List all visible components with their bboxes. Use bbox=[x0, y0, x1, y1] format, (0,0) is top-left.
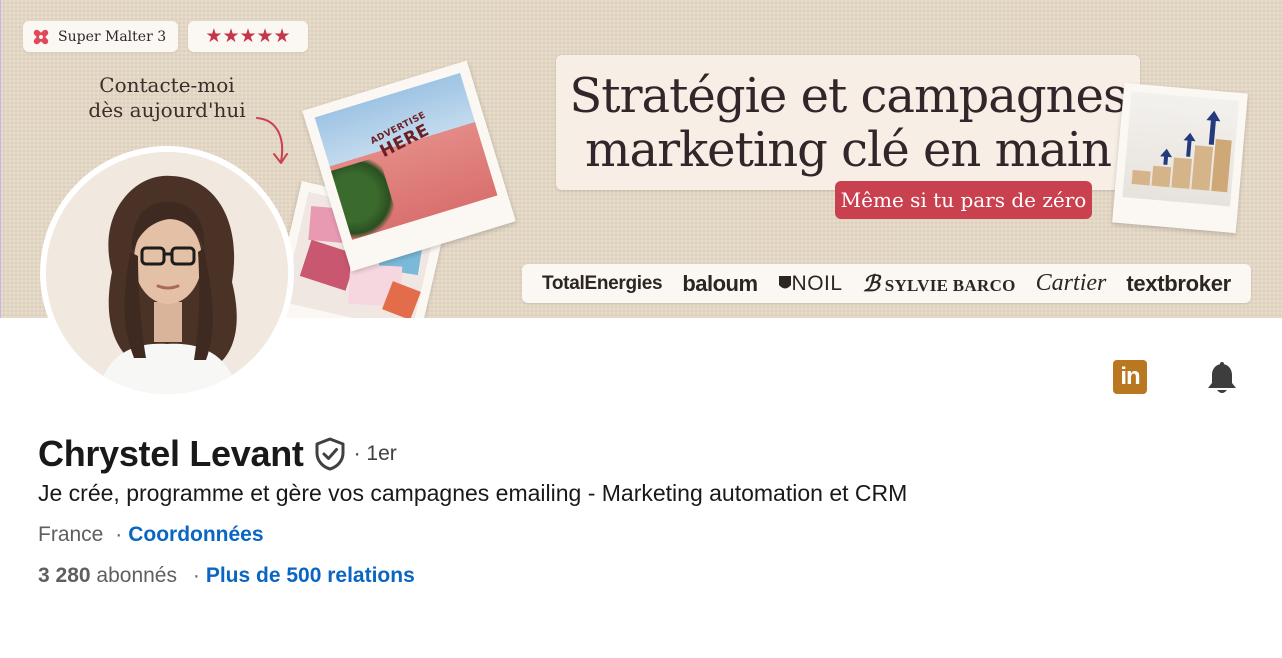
contact-line-1: Contacte-moi bbox=[99, 73, 235, 97]
profile-name: Chrystel Levant bbox=[38, 433, 304, 474]
logo-baloum: baloum bbox=[682, 270, 758, 296]
growth-blocks-icon bbox=[1131, 110, 1232, 193]
noil-crest-icon bbox=[778, 275, 791, 288]
curved-arrow-icon bbox=[256, 117, 288, 164]
rating-stars: ★★★★★ bbox=[188, 21, 308, 52]
connections-link[interactable]: Plus de 500 relations bbox=[206, 564, 415, 587]
linkedin-button[interactable]: in bbox=[1113, 360, 1147, 394]
logo-textbroker: textbroker bbox=[1126, 270, 1231, 296]
banner-headline-line-2: marketing clé en main bbox=[585, 121, 1112, 178]
banner-headline-line-1: Stratégie et campagnes bbox=[569, 67, 1127, 124]
logo-sylvie-barco: ℬ SYLVIE BARCO bbox=[862, 270, 1016, 296]
malt-badge: Super Malter 3 bbox=[23, 21, 179, 52]
polaroid-photo-growth-chart bbox=[1112, 82, 1248, 234]
followers-count: 3 280 bbox=[38, 564, 91, 587]
profile-headline: Je crée, programme et gère vos campagnes… bbox=[38, 480, 908, 506]
network-stats-row: 3 280 abonnés · Plus de 500 relations bbox=[38, 564, 415, 588]
profile-photo[interactable] bbox=[40, 146, 294, 400]
malt-logo-icon bbox=[33, 29, 49, 44]
followers-label: abonnés bbox=[96, 564, 177, 587]
banner-subline: Même si tu pars de zéro bbox=[835, 181, 1092, 219]
bell-icon[interactable] bbox=[1204, 360, 1240, 396]
banner-headline-card: Stratégie et campagnes marketing clé en … bbox=[556, 55, 1140, 190]
contact-callout: Contacte-moi dès aujourd'hui bbox=[67, 73, 267, 123]
logo-cartier: Cartier bbox=[1035, 270, 1107, 296]
avatar-portrait-image bbox=[46, 152, 288, 394]
profile-card: Super Malter 3 ★★★★★ Contacte-moi dès au… bbox=[0, 0, 1282, 658]
avatar[interactable] bbox=[46, 152, 288, 394]
logo-noil-text: NOIL bbox=[791, 271, 843, 295]
client-logos-bar: TotalEnergies baloum NOIL ℬ SYLVIE BARCO… bbox=[522, 264, 1251, 303]
location-row: France · Coordonnées bbox=[38, 523, 264, 547]
separator-dot: · bbox=[192, 564, 200, 587]
star-icon: ★★★★★ bbox=[205, 26, 291, 47]
profile-name-row: Chrystel Levant · 1er bbox=[38, 432, 397, 476]
verified-shield-icon[interactable] bbox=[314, 437, 346, 471]
connection-degree: · 1er bbox=[353, 442, 397, 465]
advertise-sign: ADVERTISE HERE bbox=[369, 110, 436, 163]
logo-noil: NOIL bbox=[778, 272, 843, 296]
separator-dot: · bbox=[115, 523, 123, 546]
logo-totalenergies: TotalEnergies bbox=[541, 272, 663, 294]
contact-line-2: dès aujourd'hui bbox=[88, 98, 246, 122]
profile-location: France bbox=[38, 523, 104, 546]
malt-badge-label: Super Malter 3 bbox=[58, 28, 167, 45]
logo-sylvie-barco-text: SYLVIE BARCO bbox=[884, 275, 1016, 295]
linkedin-icon: in bbox=[1120, 363, 1140, 390]
contact-info-link[interactable]: Coordonnées bbox=[128, 523, 263, 546]
